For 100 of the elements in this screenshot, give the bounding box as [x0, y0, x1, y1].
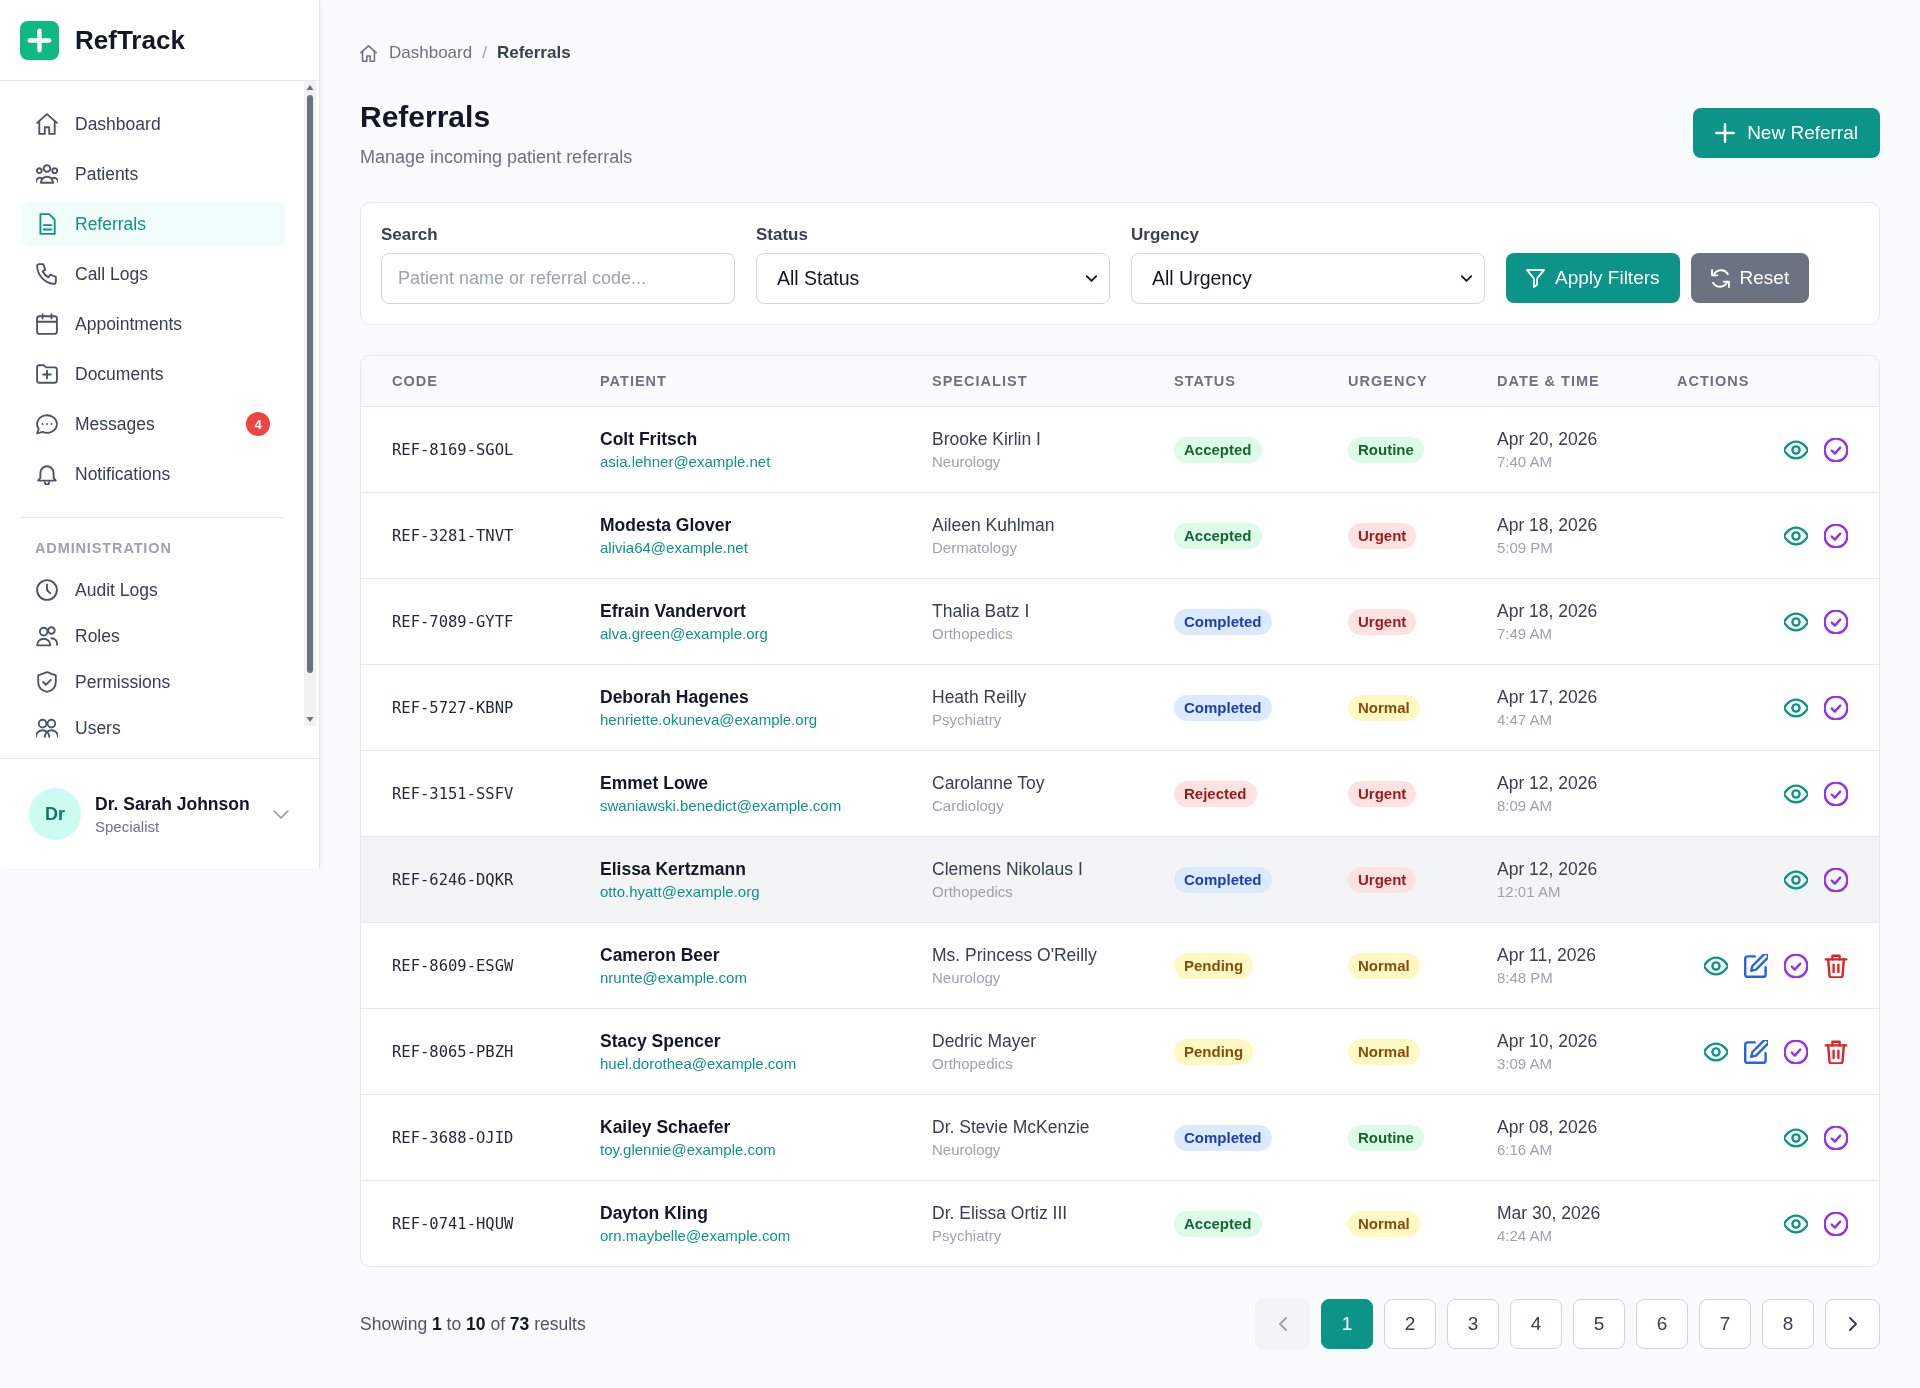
eye-icon[interactable]: [1784, 437, 1808, 462]
check-circle-icon[interactable]: [1784, 1039, 1808, 1064]
nav-item[interactable]: Roles: [21, 615, 285, 657]
check-circle-icon[interactable]: [1824, 1211, 1848, 1236]
eye-icon[interactable]: [1784, 1125, 1808, 1150]
email-link[interactable]: alva.green@example.org: [600, 623, 768, 644]
specialist-name: Thalia Batz I: [932, 599, 1030, 622]
breadcrumb-link[interactable]: Dashboard: [389, 43, 473, 63]
nav-item[interactable]: Messages 4: [21, 402, 285, 446]
field-label: Urgency: [1131, 224, 1201, 246]
patient-name: Colt Fritsch: [600, 427, 698, 450]
check-circle-icon[interactable]: [1824, 609, 1848, 634]
check-circle-icon[interactable]: [1824, 695, 1848, 720]
edit-icon[interactable]: [1744, 953, 1768, 978]
new-referral-button[interactable]: New Referral: [1693, 108, 1880, 158]
nav-item[interactable]: Appointments: [21, 302, 285, 346]
eye-icon[interactable]: [1784, 867, 1808, 892]
specialist-name: Clemens Nikolaus I: [932, 857, 1083, 880]
specialist-name: Heath Reilly: [932, 685, 1027, 708]
people-icon: [36, 717, 58, 739]
specialist-name: Brooke Kirlin I: [932, 427, 1041, 450]
plus-icon: [1715, 123, 1736, 143]
date: Apr 12, 2026: [1497, 771, 1598, 794]
nav-item[interactable]: Permissions: [21, 661, 285, 703]
status-tag: Completed: [1174, 866, 1272, 893]
check-circle-icon[interactable]: [1824, 523, 1848, 548]
patient-name: Kailey Schaefer: [600, 1115, 731, 1138]
trash-icon[interactable]: [1824, 1039, 1848, 1064]
status-tag: Pending: [1174, 952, 1254, 979]
eye-icon[interactable]: [1784, 609, 1808, 634]
eye-icon[interactable]: [1784, 695, 1808, 720]
email-link[interactable]: toy.glennie@example.com: [600, 1139, 776, 1160]
reset-button[interactable]: Reset: [1690, 253, 1810, 303]
nav-item[interactable]: Users: [21, 707, 285, 749]
chevron-down-icon[interactable]: [273, 809, 289, 819]
nav-item[interactable]: Patients: [21, 152, 285, 196]
check-circle-icon[interactable]: [1824, 437, 1848, 462]
avatar: Dr: [29, 788, 81, 840]
bell-icon: [36, 463, 58, 485]
specialty: Cardiology: [932, 795, 1004, 816]
trash-icon[interactable]: [1824, 953, 1848, 978]
scrollbar[interactable]: [304, 81, 316, 726]
eye-icon[interactable]: [1704, 953, 1728, 978]
status-tag: Completed: [1174, 694, 1272, 721]
urgency-tag: Routine: [1348, 436, 1424, 463]
page-button[interactable]: 6: [1636, 1299, 1688, 1349]
page-button[interactable]: 5: [1573, 1299, 1625, 1349]
nav-item[interactable]: Call Logs: [21, 252, 285, 296]
urgency-tag: Urgent: [1348, 780, 1417, 807]
email-link[interactable]: orn.maybelle@example.com: [600, 1225, 791, 1246]
status-select[interactable]: All Status: [756, 253, 1110, 304]
urgency-tag: Normal: [1348, 694, 1420, 721]
email-link[interactable]: huel.dorothea@example.com: [600, 1053, 797, 1074]
page-button[interactable]: 1: [1321, 1299, 1373, 1349]
check-circle-icon[interactable]: [1824, 867, 1848, 892]
email-link[interactable]: swaniawski.benedict@example.com: [600, 795, 842, 816]
urgency-tag: Urgent: [1348, 522, 1417, 549]
page-button[interactable]: 3: [1447, 1299, 1499, 1349]
patient-name: Cameron Beer: [600, 943, 720, 966]
specialty: Psychiatry: [932, 1225, 1002, 1246]
time: 6:16 AM: [1497, 1139, 1553, 1160]
home-icon[interactable]: [360, 44, 377, 62]
nav-item[interactable]: Dashboard: [21, 102, 285, 146]
patient-name: Elissa Kertzmann: [600, 857, 746, 880]
eye-icon[interactable]: [1784, 1211, 1808, 1236]
user-name: Dr. Sarah Johnson: [95, 793, 250, 815]
email-link[interactable]: henriette.okuneva@example.org: [600, 709, 818, 730]
email-link[interactable]: nrunte@example.com: [600, 967, 747, 988]
nav-item[interactable]: Referrals: [21, 202, 285, 246]
specialist-name: Dedric Mayer: [932, 1029, 1037, 1052]
urgency-tag: Normal: [1348, 1038, 1420, 1065]
eye-icon[interactable]: [1784, 523, 1808, 548]
time: 8:09 AM: [1497, 795, 1553, 816]
column-header: PATIENT: [600, 373, 668, 389]
page-button[interactable]: 4: [1510, 1299, 1562, 1349]
check-circle-icon[interactable]: [1824, 781, 1848, 806]
nav-item[interactable]: Notifications: [21, 452, 285, 496]
email-link[interactable]: asia.lehner@example.net: [600, 451, 771, 472]
page-button[interactable]: 2: [1384, 1299, 1436, 1349]
eye-icon[interactable]: [1704, 1039, 1728, 1064]
section-title: ADMINISTRATION: [35, 539, 173, 557]
brand-name: RefTrack: [75, 24, 185, 56]
page-subtitle: Manage incoming patient referrals: [360, 146, 633, 169]
page-button[interactable]: 8: [1762, 1299, 1814, 1349]
search-field[interactable]: Patient name or referral code...: [381, 253, 735, 304]
page-button[interactable]: 7: [1699, 1299, 1751, 1349]
date: Apr 11, 2026: [1497, 943, 1596, 966]
edit-icon[interactable]: [1744, 1039, 1768, 1064]
column-header: STATUS: [1174, 373, 1237, 389]
email-link[interactable]: alivia64@example.net: [600, 537, 748, 558]
check-circle-icon[interactable]: [1784, 953, 1808, 978]
apply-filters-button[interactable]: Apply Filters: [1506, 253, 1680, 303]
urgency-select[interactable]: All Urgency: [1131, 253, 1485, 304]
check-circle-icon[interactable]: [1824, 1125, 1848, 1150]
referral-code: REF-8065-PBZH: [392, 1042, 514, 1061]
nav-item[interactable]: Documents: [21, 352, 285, 396]
page-title: Referrals: [360, 99, 492, 135]
eye-icon[interactable]: [1784, 781, 1808, 806]
nav-item[interactable]: Audit Logs: [21, 569, 285, 611]
time: 4:24 AM: [1497, 1225, 1553, 1246]
